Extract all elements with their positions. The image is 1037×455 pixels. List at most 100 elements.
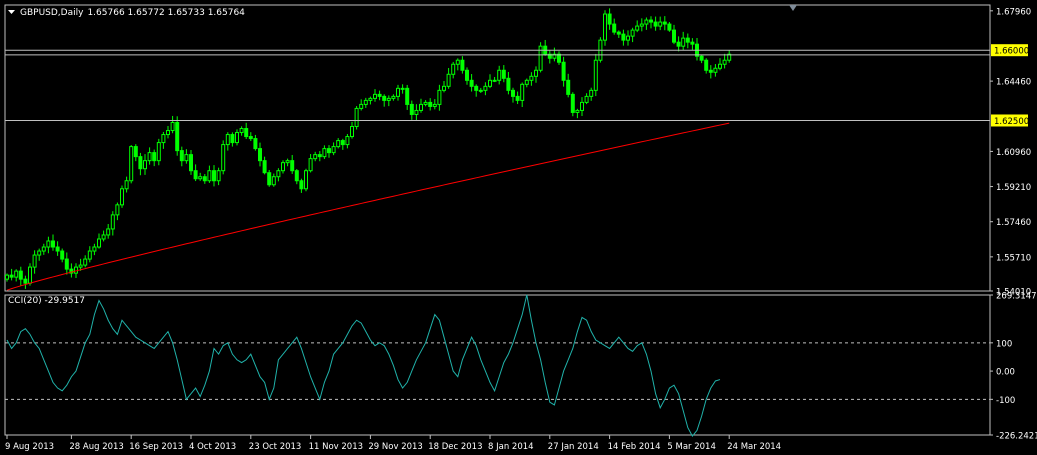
- candle-body-bull: [603, 13, 607, 41]
- candle-body-bull: [143, 160, 147, 170]
- candle-62: [290, 154, 295, 174]
- candle-body-bull: [147, 152, 152, 162]
- candle-105: [488, 74, 492, 89]
- candle-body-bull: [322, 148, 327, 158]
- candle-body-bull: [451, 63, 456, 75]
- candle-body-bull: [644, 19, 649, 25]
- candle-body-bull: [41, 246, 46, 252]
- candle-107: [497, 65, 502, 85]
- candle-156: [722, 53, 727, 69]
- candle-137: [635, 20, 640, 33]
- triangle-down-icon[interactable]: [8, 10, 15, 14]
- candle-155: [718, 58, 722, 71]
- candle-body-bull: [166, 130, 170, 136]
- candle-body-bear: [561, 61, 566, 81]
- candle-body-bear: [248, 136, 253, 140]
- candle-13: [64, 252, 69, 275]
- candle-110: [511, 87, 515, 103]
- candle-body-bull: [368, 97, 373, 101]
- cci-title: CCI(20) -29.9517: [8, 296, 85, 306]
- candle-106: [492, 76, 497, 83]
- candle-108: [501, 65, 506, 83]
- candle-27: [129, 144, 134, 184]
- candle-body-bear: [258, 148, 262, 162]
- candle-body-bull: [718, 63, 722, 69]
- candle-5: [28, 263, 32, 286]
- candle-body-bear: [299, 180, 304, 190]
- candle-body-bull: [92, 246, 97, 252]
- candle-body-bull: [207, 170, 212, 182]
- candle-body-bull: [350, 126, 354, 138]
- candle-42: [198, 172, 203, 181]
- date-tick-label: 4 Oct 2013: [189, 442, 236, 452]
- candle-52: [244, 122, 249, 140]
- candle-body-bear: [317, 154, 322, 158]
- candle-body-bear: [55, 246, 60, 252]
- candle-body-bull: [589, 89, 594, 97]
- candle-39: [184, 149, 189, 164]
- candle-38: [179, 146, 184, 167]
- chart-canvas[interactable]: 1.66000 1.62500 1.67960 1.64460 1.60960 1.592…: [0, 0, 1037, 455]
- candle-136: [630, 27, 635, 43]
- candle-133: [616, 30, 621, 38]
- candle-86: [400, 84, 405, 94]
- candle-40: [189, 150, 193, 175]
- candle-50: [235, 129, 239, 146]
- candle-24: [115, 202, 120, 221]
- candle-20: [97, 233, 101, 249]
- candle-body-bear: [662, 21, 667, 25]
- candle-114: [529, 72, 534, 86]
- candle-body-bull: [483, 85, 488, 91]
- candle-99: [460, 56, 465, 74]
- candle-body-bull: [635, 25, 640, 31]
- candle-145: [672, 24, 676, 45]
- candle-6: [32, 250, 37, 274]
- candle-70: [327, 145, 331, 158]
- candle-body-bear: [699, 55, 704, 61]
- candle-72: [336, 138, 341, 149]
- candle-3: [18, 266, 23, 286]
- level-price-label: 1.66000: [994, 47, 1029, 57]
- main-chart-frame: [4, 4, 991, 292]
- candle-34: [161, 131, 166, 149]
- candle-89: [414, 104, 419, 121]
- date-tick-label: 8 Jan 2014: [488, 442, 534, 452]
- candle-body-bear: [340, 140, 345, 146]
- candle-33: [156, 138, 161, 166]
- candle-88: [409, 100, 414, 120]
- candle-66: [308, 154, 313, 173]
- candle-123: [570, 92, 575, 117]
- candle-body-bull: [336, 140, 341, 148]
- candle-body-bear: [515, 95, 520, 101]
- candle-body-bull: [534, 69, 538, 77]
- date-tick-label: 18 Dec 2013: [428, 442, 482, 452]
- candle-151: [699, 54, 704, 64]
- candle-29: [138, 152, 143, 176]
- candle-body-bear: [616, 31, 621, 35]
- candle-body-bear: [465, 69, 469, 81]
- candle-body-bear: [405, 87, 410, 105]
- level-price-label: 1.62500: [994, 117, 1029, 127]
- candle-64: [299, 178, 304, 193]
- candle-7: [37, 248, 42, 261]
- candle-115: [534, 66, 538, 83]
- candle-32: [152, 149, 157, 167]
- candle-body-bull: [354, 107, 359, 128]
- candle-body-bear: [621, 33, 626, 41]
- candle-body-bear: [649, 19, 653, 23]
- candle-body-bull: [681, 37, 686, 47]
- candle-body-bear: [506, 77, 511, 91]
- candle-body-bear: [672, 29, 676, 43]
- candle-body-bear: [23, 278, 28, 284]
- candle-body-bear: [428, 101, 433, 107]
- candle-body-bull: [432, 103, 437, 107]
- candle-body-bear: [230, 134, 235, 144]
- cci-tick-label: -100: [996, 396, 1015, 406]
- candle-body-bull: [271, 176, 276, 186]
- chart-shift-icon[interactable]: [789, 5, 797, 11]
- candle-body-bear: [460, 59, 465, 71]
- candle-body-bear: [327, 148, 331, 154]
- candle-48: [225, 132, 230, 151]
- candle-57: [267, 169, 272, 187]
- candle-138: [639, 18, 644, 32]
